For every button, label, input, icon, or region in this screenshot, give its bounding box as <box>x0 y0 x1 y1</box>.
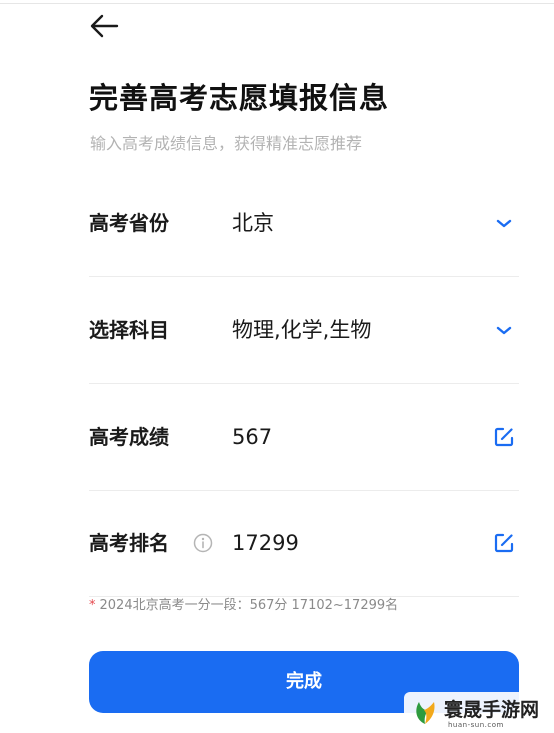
watermark-url: huan-sun.com <box>448 721 504 729</box>
chevron-down-icon[interactable] <box>493 212 515 234</box>
site-watermark: 寰晟手游网 huan-sun.com <box>404 692 554 733</box>
info-icon[interactable] <box>193 533 213 553</box>
subjects-label: 选择科目 <box>89 318 169 342</box>
rank-label: 高考排名 <box>89 531 169 555</box>
score-value[interactable]: 567 <box>232 384 272 490</box>
subjects-value: 物理,化学,生物 <box>232 318 372 342</box>
arrow-left-icon <box>90 14 119 38</box>
province-value: 北京 <box>232 211 274 235</box>
rank-field[interactable]: 高考排名 17299 <box>89 490 519 597</box>
top-divider <box>0 3 554 4</box>
rank-value[interactable]: 17299 <box>232 490 299 596</box>
province-label: 高考省份 <box>89 211 169 235</box>
chevron-down-icon[interactable] <box>493 319 515 341</box>
province-select[interactable]: 高考省份 北京 <box>89 170 519 277</box>
page-title: 完善高考志愿填报信息 <box>89 81 390 115</box>
subjects-select[interactable]: 选择科目 物理,化学,生物 <box>89 277 519 384</box>
watermark-logo-icon <box>416 702 435 724</box>
note-text: 2024北京高考一分一段：567分 17102~17299名 <box>99 598 399 613</box>
watermark-name: 寰晟手游网 <box>444 699 540 721</box>
edit-icon[interactable] <box>493 426 515 448</box>
score-field[interactable]: 高考成绩 567 <box>89 384 519 491</box>
score-rank-note: * 2024北京高考一分一段：567分 17102~17299名 <box>89 594 398 613</box>
required-mark: * <box>89 598 96 613</box>
score-label: 高考成绩 <box>89 425 169 449</box>
edit-icon[interactable] <box>493 532 515 554</box>
back-button[interactable] <box>88 12 124 42</box>
page-subtitle: 输入高考成绩信息，获得精准志愿推荐 <box>90 134 363 153</box>
